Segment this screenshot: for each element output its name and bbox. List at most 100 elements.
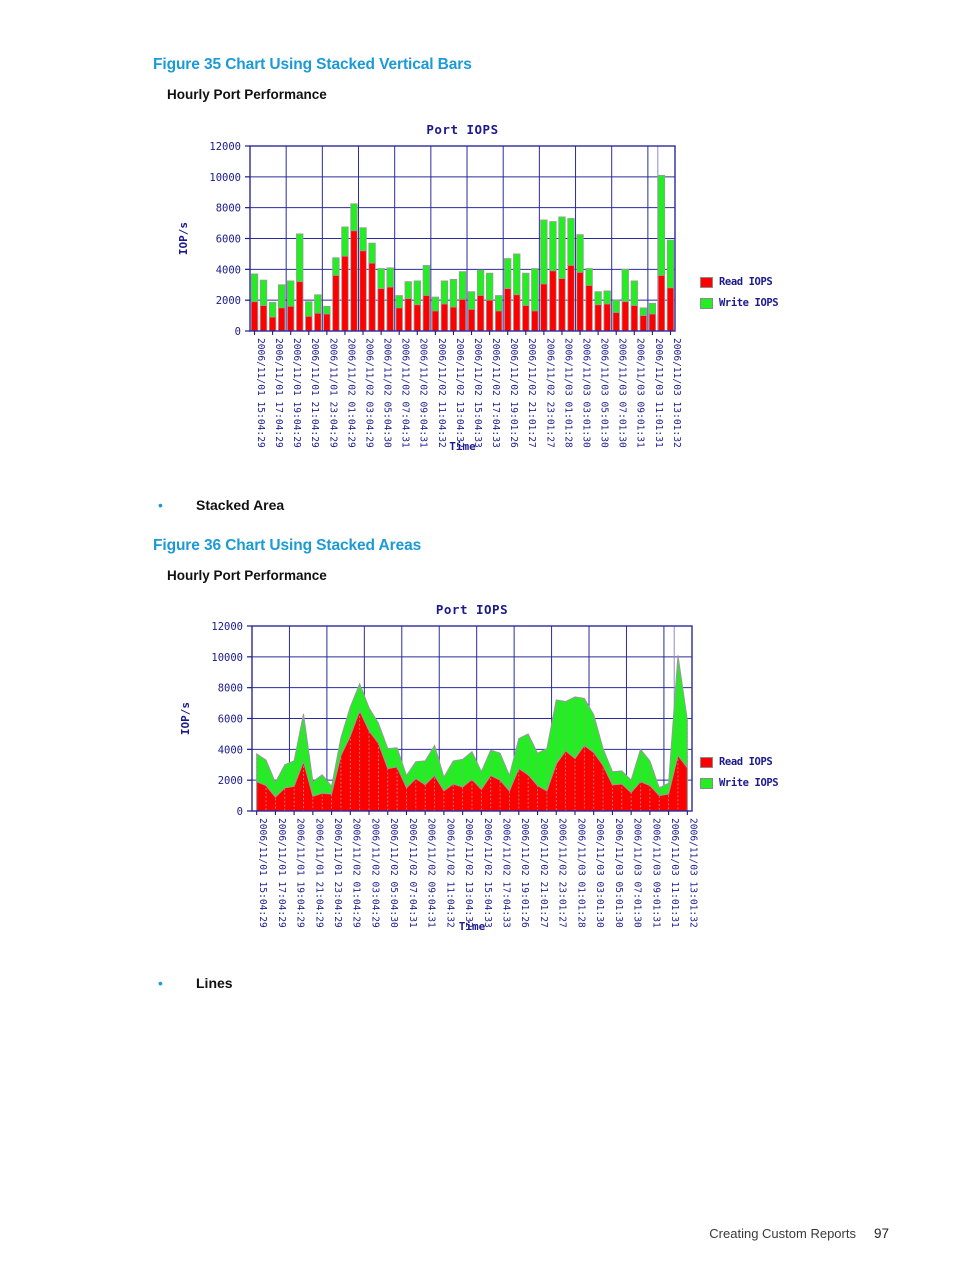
x-tick-label: 2006/11/03 03:01:30: [594, 818, 605, 928]
bullet-dot-icon: •: [158, 497, 163, 513]
bar-segment-read: [323, 313, 331, 332]
stacked-area-chart-legend: Read IOPS Write IOPS: [700, 756, 779, 798]
y-tick-label: 12000: [209, 141, 241, 153]
bar-segment-write: [485, 272, 494, 301]
bar-segment-read: [476, 295, 485, 332]
bar-segment-write: [621, 268, 629, 303]
legend-item: Write IOPS: [700, 297, 779, 309]
bar-segment-read: [296, 281, 304, 332]
x-tick-label: 2006/11/02 07:04:31: [407, 818, 418, 928]
x-axis-label: Time: [459, 920, 486, 933]
bar-segment-write: [350, 203, 358, 232]
bar-segment-write: [657, 174, 666, 276]
bar-segment-write: [449, 278, 458, 308]
bar-segment-write: [368, 242, 376, 264]
bar-segment-write: [522, 272, 530, 306]
x-tick-label: 2006/11/02 07:04:31: [400, 338, 411, 448]
bullet-lines: • Lines: [158, 975, 233, 991]
x-tick-label: 2006/11/03 05:01:30: [613, 818, 624, 928]
x-tick-label: 2006/11/03 07:01:30: [632, 818, 643, 928]
bar-segment-write: [540, 219, 548, 285]
bar-segment-write: [495, 295, 503, 312]
bar-segment-write: [259, 279, 268, 306]
bar-segment-read: [485, 299, 494, 332]
bar-segment-read: [648, 313, 657, 332]
bar-segment-write: [395, 295, 403, 309]
bar-segment-read: [350, 230, 358, 332]
bar-segment-read: [404, 298, 412, 332]
bar-segment-read: [612, 312, 620, 332]
figure-35-caption: Figure 35 Chart Using Stacked Vertical B…: [153, 56, 472, 73]
y-tick-label: 0: [237, 806, 243, 818]
x-tick-label: 2006/11/02 11:04:32: [436, 338, 447, 448]
bar-segment-read: [558, 278, 566, 332]
bar-segment-write: [476, 269, 485, 296]
y-axis-label: IOP/s: [177, 222, 190, 255]
chart-title: Port IOPS: [436, 602, 508, 617]
y-tick-label: 4000: [218, 744, 243, 756]
x-tick-label: 2006/11/03 03:01:30: [580, 338, 591, 448]
x-tick-label: 2006/11/02 15:04:33: [482, 818, 493, 928]
bar-segment-write: [305, 301, 313, 317]
bar-segment-read: [522, 305, 530, 332]
legend-label: Read IOPS: [719, 756, 773, 768]
document-page: Figure 35 Chart Using Stacked Vertical B…: [0, 0, 954, 1271]
y-tick-label: 12000: [211, 621, 243, 633]
stacked-area-chart: Port IOPS 0 2000 4000 6000 8000 10000 12000 IOP/…: [160, 598, 735, 948]
x-tick-label: 2006/11/03 09:01:31: [650, 818, 661, 928]
x-tick-label: 2006/11/02 21:01:27: [538, 818, 549, 928]
bar-segment-write: [467, 291, 476, 310]
figure-36-chart-heading: Hourly Port Performance: [167, 568, 327, 583]
bar-segment-read: [259, 305, 268, 332]
bar-segment-write: [377, 268, 385, 290]
bar-segment-read: [250, 301, 259, 332]
bar-segment-write: [549, 221, 557, 272]
x-tick-label: 2006/11/02 21:01:27: [526, 338, 537, 448]
bar-segment-read: [567, 265, 575, 332]
x-tick-label: 2006/11/03 11:01:31: [653, 338, 664, 448]
bar-segment-read: [422, 295, 430, 332]
x-tick-label: 2006/11/03 13:01:32: [671, 338, 682, 448]
bar-segment-write: [268, 302, 277, 318]
y-tick-label: 8000: [216, 203, 241, 215]
bar-segment-read: [287, 305, 295, 332]
y-tick-label: 10000: [209, 172, 241, 184]
bar-segment-write: [359, 227, 367, 252]
bar-segment-write: [648, 302, 657, 315]
bullet-label-stacked-area: Stacked Area: [196, 497, 285, 513]
y-tick-label: 2000: [218, 775, 243, 787]
x-tick-label: 2006/11/01 15:04:29: [255, 338, 266, 448]
legend-label: Write IOPS: [719, 297, 779, 309]
bar-segment-write: [666, 239, 675, 289]
bar-segment-write: [603, 290, 611, 305]
bar-segment-write: [531, 268, 539, 312]
x-tick-label: 2006/11/03 11:01:31: [669, 818, 680, 928]
chart-title: Port IOPS: [426, 122, 498, 137]
bar-segment-write: [458, 271, 467, 300]
legend-label: Write IOPS: [719, 777, 779, 789]
y-tick-label: 0: [235, 326, 241, 338]
bar-segment-read: [639, 315, 648, 332]
bar-segment-write: [250, 273, 259, 303]
bar-segment-write: [323, 305, 331, 315]
stacked-bar-chart-legend: Read IOPS Write IOPS: [700, 276, 779, 318]
x-tick-label: 2006/11/03 05:01:30: [599, 338, 610, 448]
y-tick-label: 10000: [211, 652, 243, 664]
bullet-dot-icon: •: [158, 975, 163, 991]
x-tick-label: 2006/11/02 13:04:32: [463, 818, 474, 928]
stacked-bar-chart-svg: Port IOPS 0 2000 4000 6000 8000 10000 12000 IOP/…: [177, 122, 682, 453]
bar-segment-write: [585, 268, 593, 286]
figure-35-chart-heading: Hourly Port Performance: [167, 87, 327, 102]
bar-segment-write: [594, 291, 602, 306]
x-tick-label: 2006/11/01 21:04:29: [313, 818, 324, 928]
x-tick-label: 2006/11/02 13:04:32: [454, 338, 465, 448]
bar-segment-read: [377, 288, 385, 332]
legend-item: Read IOPS: [700, 756, 778, 768]
x-tick-label: 2006/11/02 19:01:26: [508, 338, 519, 448]
bar-segment-write: [612, 299, 620, 313]
y-axis-label: IOP/s: [179, 702, 192, 735]
x-tick-label: 2006/11/02 23:01:27: [557, 818, 568, 928]
x-tick-label: 2006/11/01 21:04:29: [309, 338, 320, 448]
bar-segment-write: [513, 253, 521, 296]
bar-segment-read: [332, 275, 340, 332]
